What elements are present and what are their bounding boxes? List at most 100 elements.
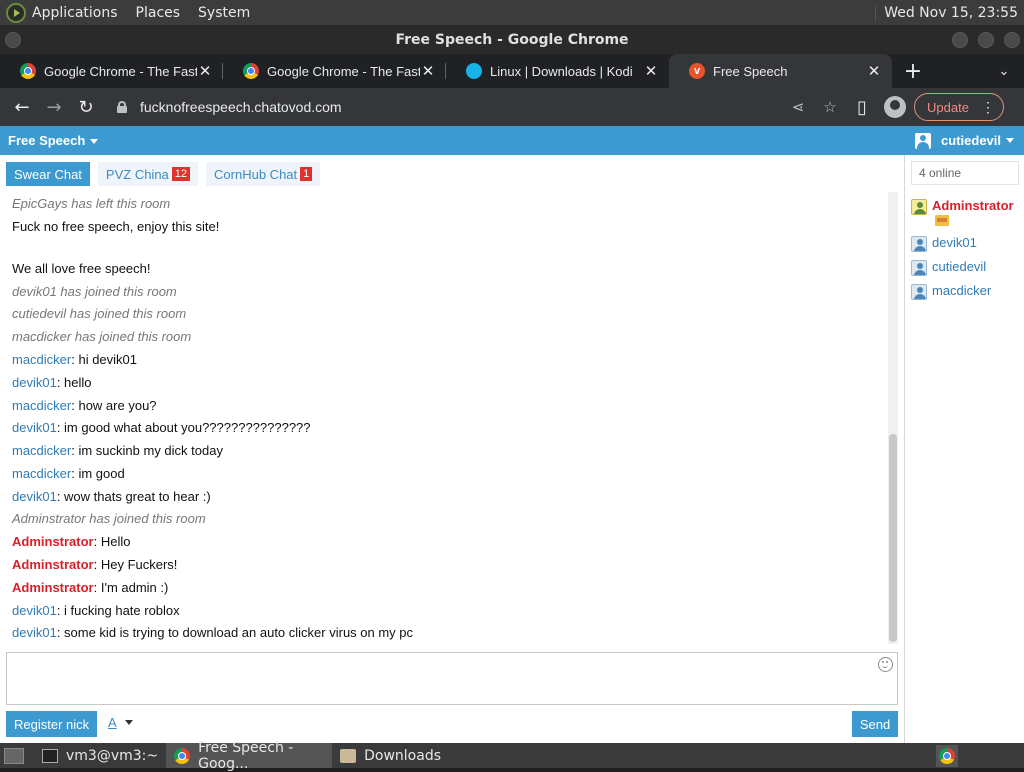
window-titlebar[interactable]: Free Speech - Google Chrome [0, 25, 1024, 54]
lock-icon[interactable] [116, 101, 128, 113]
menu-system[interactable]: System [198, 5, 250, 21]
scrollbar-thumb[interactable] [889, 434, 897, 642]
room-tab-label: PVZ China [105, 166, 169, 182]
menu-applications[interactable]: Applications [32, 5, 118, 21]
url-text[interactable]: fucknofreespeech.chatovod.com [140, 99, 782, 115]
send-button[interactable]: Send [852, 711, 898, 737]
online-count: 4 online [911, 161, 1019, 185]
system-message: cutiedevil has joined this room [12, 306, 187, 321]
user-list-item[interactable]: macdicker [911, 283, 991, 300]
reload-icon[interactable]: ↻ [70, 91, 102, 123]
window-menu-button[interactable] [5, 32, 21, 48]
message-nick[interactable]: devik01 [12, 375, 57, 390]
side-panel-icon[interactable]: ▯ [846, 91, 878, 123]
room-tab-cornhub-chat[interactable]: CornHub Chat 1 [206, 162, 321, 186]
browser-tab[interactable]: Linux | Downloads | Kodi ✕ [446, 54, 669, 88]
message-nick[interactable]: devik01 [12, 625, 57, 640]
new-tab-button[interactable]: + [896, 54, 930, 88]
top-panel: Applications Places System Wed Nov 15, 2… [0, 0, 1024, 25]
profile-icon[interactable] [884, 96, 906, 118]
maximize-button[interactable] [978, 32, 994, 48]
user-list-item[interactable]: Adminstrator [911, 198, 1014, 228]
browser-tab-active[interactable]: v Free Speech ✕ [669, 54, 892, 88]
user-icon [911, 284, 927, 300]
update-button[interactable]: Update ⋮ [914, 93, 1004, 121]
share-icon[interactable]: ⋖ [782, 98, 814, 116]
close-window-button[interactable] [1004, 32, 1020, 48]
tab-search-button[interactable]: ⌄ [984, 54, 1024, 88]
crown-icon [935, 215, 949, 226]
site-brand-menu[interactable]: Free Speech [8, 133, 99, 148]
message-nick[interactable]: devik01 [12, 603, 57, 618]
smiley-icon[interactable] [878, 657, 893, 672]
browser-tab[interactable]: Google Chrome - The Fast & Secure ✕ [223, 54, 446, 88]
message-nick-admin[interactable]: Adminstrator [12, 580, 94, 595]
site-header: Free Speech cutiedevil [0, 126, 1024, 155]
room-tab-pvz-china[interactable]: PVZ China 12 [97, 162, 199, 186]
chat-message: devik01: some kid is trying to download … [12, 625, 413, 640]
distro-logo-icon[interactable] [6, 2, 26, 23]
font-style-picker[interactable]: A [108, 715, 133, 730]
taskbar-item-active[interactable]: Free Speech - Goog... [166, 740, 333, 772]
message-list[interactable]: EpicGays has left this room Fuck no free… [0, 192, 888, 644]
message-nick[interactable]: macdicker [12, 443, 71, 458]
close-icon[interactable]: ✕ [420, 62, 436, 80]
online-users-panel: 4 online Adminstrator devik01 cutiedevil… [904, 155, 1024, 743]
taskbar-item[interactable]: vm3@vm3:~ [34, 743, 166, 768]
user-list-item[interactable]: cutiedevil [911, 259, 986, 276]
chat-message: macdicker: hi devik01 [12, 352, 137, 367]
chat-area: Swear Chat PVZ China 12 CornHub Chat 1 E… [0, 155, 904, 743]
taskbar-item-label: Downloads [364, 747, 441, 764]
tray-chrome-icon[interactable] [936, 744, 958, 767]
user-name: macdicker [932, 283, 992, 298]
chat-message: Adminstrator: Hello [12, 534, 130, 549]
message-text: : im good what about you??????????????? [56, 420, 311, 435]
forward-icon[interactable]: → [38, 91, 70, 123]
message-text: : how are you? [71, 398, 157, 413]
bookmark-star-icon[interactable]: ☆ [814, 98, 846, 116]
user-list-item[interactable]: devik01 [911, 235, 977, 252]
register-nick-button[interactable]: Register nick [6, 711, 98, 737]
tab-title: Google Chrome - The Fast & Secure [267, 63, 420, 79]
chat-message: Adminstrator: Hey Fuckers! [12, 557, 177, 572]
browser-tab[interactable]: Google Chrome - The Fast & Secure ✕ [0, 54, 223, 88]
taskbar: vm3@vm3:~ Free Speech - Goog... Download… [0, 740, 1024, 772]
close-icon[interactable]: ✕ [866, 62, 882, 80]
chat-message: Fuck no free speech, enjoy this site! [12, 219, 220, 234]
font-letter: A [108, 715, 117, 730]
clock[interactable]: Wed Nov 15, 23:55 [875, 4, 1018, 21]
message-text: : im suckinb my dick today [71, 443, 223, 458]
message-nick[interactable]: macdicker [12, 352, 71, 367]
chat-message: macdicker: how are you? [12, 398, 157, 413]
close-icon[interactable]: ✕ [197, 62, 213, 80]
back-icon[interactable]: ← [6, 91, 38, 123]
browser-toolbar: ← → ↻ fucknofreespeech.chatovod.com ⋖ ☆ … [0, 88, 1024, 126]
taskbar-item[interactable]: Downloads [332, 743, 449, 768]
chevron-down-icon [124, 720, 133, 725]
message-nick[interactable]: macdicker [12, 466, 71, 481]
chat-message: devik01: hello [12, 375, 92, 390]
chrome-icon [939, 747, 955, 764]
minimize-button[interactable] [952, 32, 968, 48]
kodi-icon [462, 59, 486, 83]
tab-title: Google Chrome - The Fast & Secure [44, 63, 197, 79]
close-icon[interactable]: ✕ [643, 62, 659, 80]
chat-message: We all love free speech! [12, 261, 151, 276]
address-bar[interactable]: fucknofreespeech.chatovod.com ⋖ ☆ [106, 91, 846, 123]
chrome-icon [20, 63, 36, 79]
kebab-menu-icon[interactable]: ⋮ [981, 99, 995, 116]
room-tab-swear-chat[interactable]: Swear Chat [6, 162, 90, 186]
show-desktop-icon[interactable] [4, 747, 24, 764]
chat-message: devik01: im good what about you?????????… [12, 420, 311, 435]
user-icon [915, 132, 932, 149]
message-scrollbar[interactable] [888, 192, 898, 644]
message-nick-admin[interactable]: Adminstrator [12, 557, 94, 572]
message-nick[interactable]: macdicker [12, 398, 71, 413]
message-nick[interactable]: devik01 [12, 420, 57, 435]
message-nick[interactable]: devik01 [12, 489, 57, 504]
message-input[interactable] [6, 652, 898, 705]
menu-places[interactable]: Places [136, 5, 181, 21]
message-nick-admin[interactable]: Adminstrator [12, 534, 94, 549]
user-icon [911, 236, 927, 252]
user-menu[interactable]: cutiedevil [915, 132, 1014, 149]
